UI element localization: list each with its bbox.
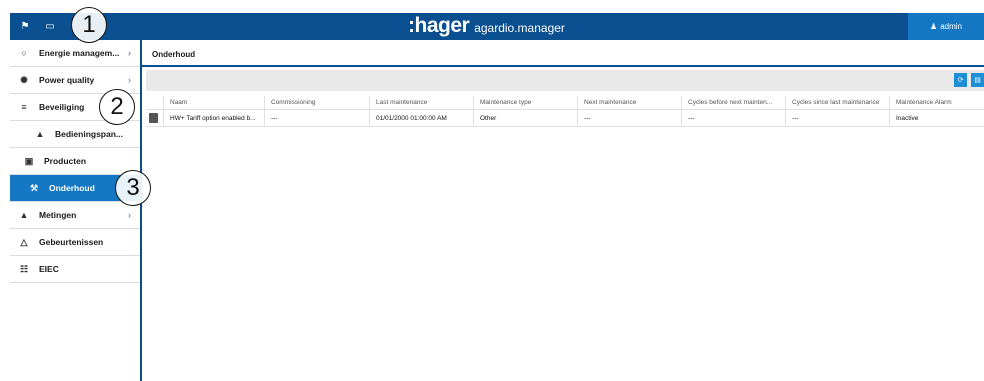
table-cell: Other bbox=[473, 110, 577, 126]
main-panel: Onderhoud ⟳ ▤ Naam Commissioning Last ma… bbox=[142, 40, 984, 381]
chart-icon: ▲ bbox=[35, 129, 45, 139]
sidebar-item-label: Bedieningspan... bbox=[55, 129, 124, 139]
hager-logo: :hager bbox=[408, 14, 470, 37]
user-menu[interactable]: ♟ admin bbox=[908, 13, 984, 40]
column-header[interactable]: Last maintenance bbox=[369, 96, 473, 109]
sliders-icon: ≡ bbox=[21, 102, 27, 112]
sidebar-item-label: Producten bbox=[44, 156, 87, 166]
sidebar-item-label: Power quality bbox=[39, 75, 95, 85]
bulb-icon: ○ bbox=[21, 48, 27, 58]
wrench-icon: ⚒ bbox=[29, 182, 39, 193]
sidebar-item-energie-management[interactable]: ○ Energie managem... › bbox=[10, 40, 140, 67]
chevron-right-icon: › bbox=[128, 210, 131, 220]
top-bar: ⚑ ▭ :hager agardio.manager ♟ admin bbox=[10, 13, 984, 40]
table-cell: HW+ Tariff option enabled b... bbox=[163, 110, 264, 126]
sidebar-item-producten[interactable]: ▣ Producten bbox=[10, 148, 140, 175]
sidebar-item-label: Onderhoud bbox=[49, 183, 95, 193]
tab-bar: Onderhoud bbox=[142, 40, 984, 67]
header-spacer bbox=[146, 96, 163, 109]
sidebar-item-metingen[interactable]: ▲ Metingen › bbox=[10, 202, 140, 229]
callout-2: 2 bbox=[99, 89, 135, 125]
sidebar-item-label: Energie managem... bbox=[39, 48, 120, 58]
toolbar: ⟳ ▤ bbox=[146, 70, 984, 91]
column-header[interactable]: Next maintenance bbox=[577, 96, 681, 109]
maintenance-table: Naam Commissioning Last maintenance Main… bbox=[146, 96, 984, 127]
report-button[interactable]: ▤ bbox=[971, 73, 984, 87]
app-name: agardio.manager bbox=[474, 21, 565, 35]
sidebar-item-bedieningspanelen[interactable]: ▲ Bedieningspan... bbox=[10, 121, 140, 148]
report-icon: ▤ bbox=[974, 77, 981, 84]
table-header-row: Naam Commissioning Last maintenance Main… bbox=[146, 96, 984, 110]
sidebar-item-label: Beveiliging bbox=[39, 102, 85, 112]
table-row[interactable]: HW+ Tariff option enabled b... --- 01/01… bbox=[146, 110, 984, 127]
refresh-button[interactable]: ⟳ bbox=[954, 73, 967, 87]
chevron-right-icon: › bbox=[128, 48, 131, 58]
column-header[interactable]: Commissioning bbox=[264, 96, 369, 109]
table-cell: Inactive bbox=[889, 110, 984, 126]
tab-onderhoud[interactable]: Onderhoud bbox=[152, 50, 195, 59]
column-header[interactable]: Maintenance Alarm bbox=[889, 96, 984, 109]
table-cell: --- bbox=[264, 110, 369, 126]
callout-3: 3 bbox=[115, 170, 151, 206]
chart-icon: ▲ bbox=[19, 210, 29, 220]
refresh-icon: ⟳ bbox=[957, 77, 964, 84]
sidebar-item-label: Metingen bbox=[39, 210, 77, 220]
user-label: admin bbox=[940, 22, 962, 31]
sidebar-item-eiec[interactable]: ☷ EIEC bbox=[10, 256, 140, 283]
column-header[interactable]: Cycles since last maintenance bbox=[785, 96, 889, 109]
column-header[interactable]: Maintenance type bbox=[473, 96, 577, 109]
box-icon: ▣ bbox=[24, 155, 34, 166]
wrench-pq-icon: ✺ bbox=[20, 74, 28, 85]
sidebar-item-label: EIEC bbox=[39, 264, 59, 274]
table-cell: --- bbox=[785, 110, 889, 126]
sidebar-item-label: Gebeurtenissen bbox=[39, 237, 104, 247]
callout-1: 1 bbox=[71, 7, 107, 43]
bell-icon: △ bbox=[20, 236, 28, 247]
column-header[interactable]: Cycles before next mainten... bbox=[681, 96, 785, 109]
home-icon[interactable]: ⚑ bbox=[14, 13, 36, 40]
device-icon bbox=[149, 113, 158, 123]
monitor-icon[interactable]: ▭ bbox=[39, 13, 61, 40]
table-cell: --- bbox=[681, 110, 785, 126]
chevron-right-icon: › bbox=[128, 75, 131, 85]
hierarchy-icon: ☷ bbox=[19, 263, 29, 274]
column-header[interactable]: Naam bbox=[163, 96, 264, 109]
brand: :hager agardio.manager bbox=[408, 14, 565, 39]
sidebar-item-gebeurtenissen[interactable]: △ Gebeurtenissen bbox=[10, 229, 140, 256]
table-cell: --- bbox=[577, 110, 681, 126]
row-device-icon bbox=[146, 110, 163, 126]
user-icon: ♟ bbox=[930, 22, 938, 31]
table-cell: 01/01/2000 01:00:00 AM bbox=[369, 110, 473, 126]
